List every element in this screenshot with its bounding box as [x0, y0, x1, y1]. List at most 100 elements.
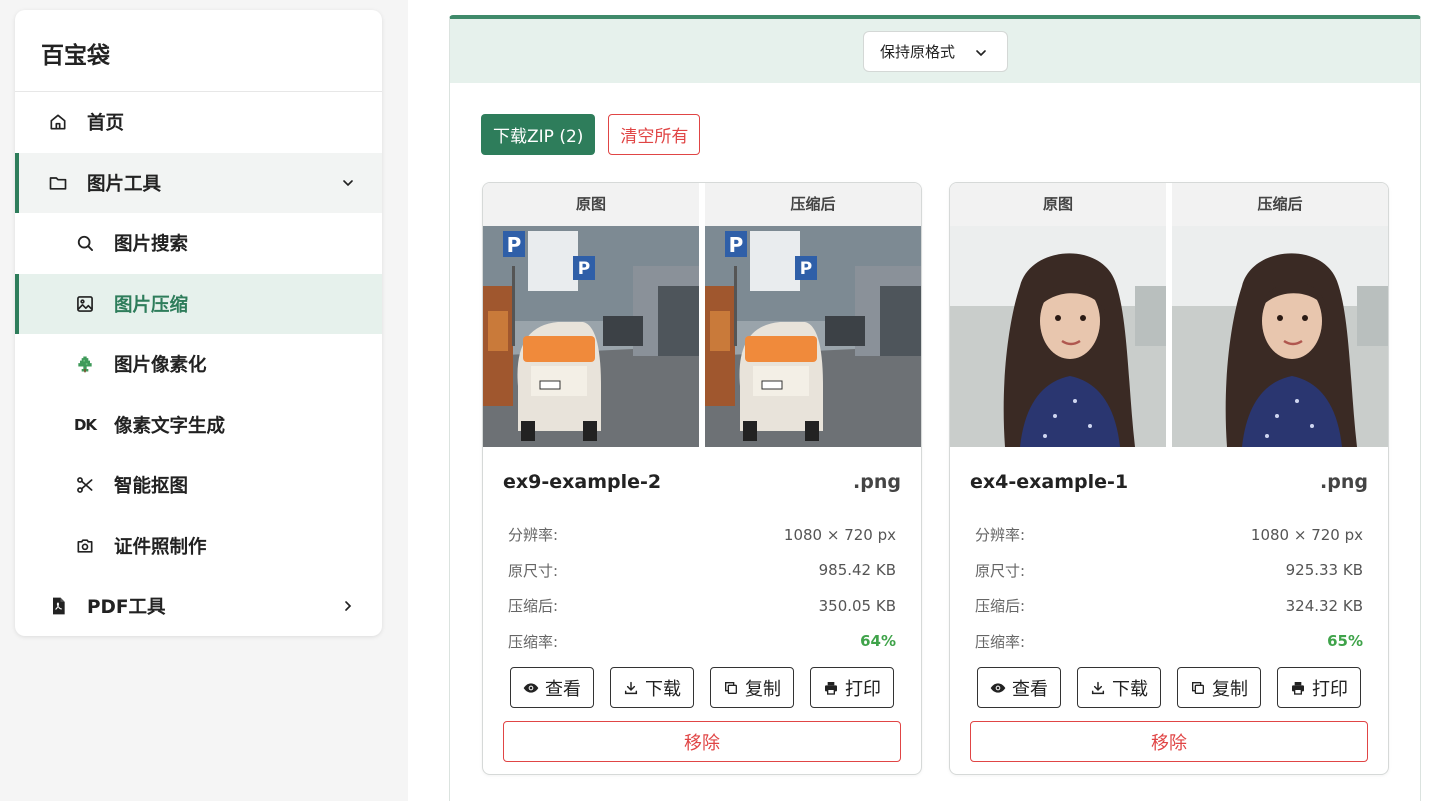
- view-button[interactable]: 查看: [977, 667, 1061, 708]
- camera-icon: [74, 535, 96, 557]
- nav-item-label: 图片搜索: [114, 234, 189, 256]
- file-name: ex9-example-2: [503, 471, 662, 493]
- view-button-label: 查看: [1012, 678, 1048, 700]
- nav-item-label: 图片像素化: [114, 355, 207, 377]
- file-stats: 分辨率: 1080 × 720 px 原尺寸: 925.33 KB 压缩后: 3…: [950, 517, 1388, 659]
- pixel-tree-icon: [74, 353, 96, 375]
- app-title: 百宝袋: [15, 10, 382, 92]
- file-extension: .png: [853, 471, 901, 493]
- remove-button[interactable]: 移除: [503, 721, 901, 762]
- copy-button-label: 复制: [1212, 678, 1248, 700]
- compressed-label: 压缩后: [1172, 183, 1388, 226]
- nav-item-image-compress[interactable]: 图片压缩: [15, 273, 382, 334]
- main-content: 保持原格式 下载ZIP (2) 清空所有 原图 P P 压缩后 P P ex9-…: [408, 0, 1440, 801]
- printer-icon: [825, 681, 837, 695]
- image-card: 原图 压缩后 ex4-example-1 .png 分辨率: 1080 × 72…: [949, 182, 1389, 775]
- view-button-label: 查看: [545, 678, 581, 700]
- nav-item-label: 图片压缩: [114, 294, 189, 316]
- dk-icon: DK: [73, 415, 97, 434]
- svg-text:P: P: [800, 259, 812, 279]
- chevron-right-icon: [345, 601, 352, 612]
- stat-value: 324.32 KB: [1285, 596, 1363, 615]
- copy-icon: [1192, 681, 1204, 694]
- stat-value: 985.42 KB: [818, 561, 896, 580]
- stat-resolution: 分辨率: 1080 × 720 px: [975, 517, 1363, 553]
- copy-button[interactable]: 复制: [710, 667, 794, 708]
- file-name: ex4-example-1: [970, 471, 1129, 493]
- remove-button[interactable]: 移除: [970, 721, 1368, 762]
- stat-label: 压缩率:: [508, 632, 559, 651]
- file-name-row: ex9-example-2 .png: [483, 447, 921, 517]
- stat-value: 350.05 KB: [818, 596, 896, 615]
- file-name-row: ex4-example-1 .png: [950, 447, 1388, 517]
- stat-label: 原尺寸:: [508, 561, 559, 580]
- print-button-label: 打印: [1312, 678, 1348, 700]
- image-card: 原图 P P 压缩后 P P ex9-example-2 .png 分辨率: 1…: [482, 182, 922, 775]
- copy-button-label: 复制: [745, 678, 781, 700]
- nav-item-label: 图片工具: [87, 173, 162, 195]
- nav-item-id-photo[interactable]: 证件照制作: [15, 516, 382, 577]
- compressed-image[interactable]: P P: [705, 226, 921, 447]
- nav-item-image-pixelate[interactable]: 图片像素化: [15, 334, 382, 395]
- search-icon: [74, 232, 96, 254]
- svg-text:P: P: [507, 233, 522, 257]
- stat-value: 1080 × 720 px: [783, 525, 896, 544]
- download-button[interactable]: 下载: [610, 667, 694, 708]
- sidebar: 百宝袋 首页 图片工具 图片搜索 图片压缩 图片像素化 DK 像素文字生成 智能…: [15, 10, 382, 636]
- folder-icon: [47, 172, 69, 194]
- original-image[interactable]: P P: [483, 226, 699, 447]
- nav-item-smart-cutout[interactable]: 智能抠图: [15, 455, 382, 516]
- original-image[interactable]: [950, 226, 1166, 447]
- download-button-label: 下载: [1112, 678, 1148, 700]
- format-select-value: 保持原格式: [880, 43, 956, 61]
- original-column: 原图 P P: [483, 183, 699, 447]
- image-compare: 原图 P P 压缩后 P P: [483, 183, 921, 447]
- nav-item-label: 首页: [87, 113, 125, 135]
- svg-text:P: P: [578, 259, 590, 279]
- nav-group-image-tools[interactable]: 图片工具: [15, 152, 382, 213]
- download-zip-button[interactable]: 下载ZIP (2): [481, 114, 596, 155]
- nav-item-image-search[interactable]: 图片搜索: [15, 213, 382, 274]
- stat-value: 1080 × 720 px: [1250, 525, 1363, 544]
- compressed-column: 压缩后 P P: [705, 183, 921, 447]
- pdf-file-icon: [47, 595, 69, 617]
- copy-button[interactable]: 复制: [1177, 667, 1261, 708]
- stat-original-size: 原尺寸: 925.33 KB: [975, 553, 1363, 589]
- chevron-down-icon: [343, 179, 353, 186]
- nav-item-label: 像素文字生成: [114, 415, 226, 437]
- clear-all-button[interactable]: 清空所有: [608, 114, 701, 155]
- format-select[interactable]: 保持原格式: [863, 31, 1008, 72]
- view-button[interactable]: 查看: [510, 667, 594, 708]
- nav-item-label: PDF工具: [87, 597, 166, 619]
- stat-label: 压缩率:: [975, 632, 1026, 651]
- file-stats: 分辨率: 1080 × 720 px 原尺寸: 985.42 KB 压缩后: 3…: [483, 517, 921, 659]
- original-label: 原图: [483, 183, 699, 226]
- nav-item-pixel-text[interactable]: DK 像素文字生成: [15, 395, 382, 456]
- compressed-image[interactable]: [1172, 226, 1388, 447]
- eye-icon: [523, 682, 539, 693]
- stat-value: 64%: [860, 632, 896, 651]
- original-label: 原图: [950, 183, 1166, 226]
- printer-icon: [1292, 681, 1304, 695]
- print-button[interactable]: 打印: [810, 667, 894, 708]
- home-icon: [47, 111, 69, 133]
- image-compare: 原图 压缩后: [950, 183, 1388, 447]
- stat-label: 分辨率:: [508, 526, 559, 545]
- bulk-actions: 下载ZIP (2) 清空所有: [481, 114, 701, 155]
- nav-item-home[interactable]: 首页: [15, 92, 382, 153]
- copy-icon: [725, 681, 737, 694]
- download-button[interactable]: 下载: [1077, 667, 1161, 708]
- nav-group-pdf-tools[interactable]: PDF工具: [15, 576, 382, 636]
- stat-compression-ratio: 压缩率: 65%: [975, 624, 1363, 660]
- nav-item-label: 证件照制作: [114, 536, 207, 558]
- scissors-icon: [74, 474, 96, 496]
- stat-value: 925.33 KB: [1285, 561, 1363, 580]
- stat-original-size: 原尺寸: 985.42 KB: [508, 553, 896, 589]
- file-extension: .png: [1320, 471, 1368, 493]
- chevron-down-icon: [976, 50, 986, 57]
- stat-compressed-size: 压缩后: 350.05 KB: [508, 588, 896, 624]
- card-actions: 查看 下载 复制 打印: [950, 667, 1388, 708]
- stat-label: 原尺寸:: [975, 561, 1026, 580]
- print-button[interactable]: 打印: [1277, 667, 1361, 708]
- stat-compression-ratio: 压缩率: 64%: [508, 624, 896, 660]
